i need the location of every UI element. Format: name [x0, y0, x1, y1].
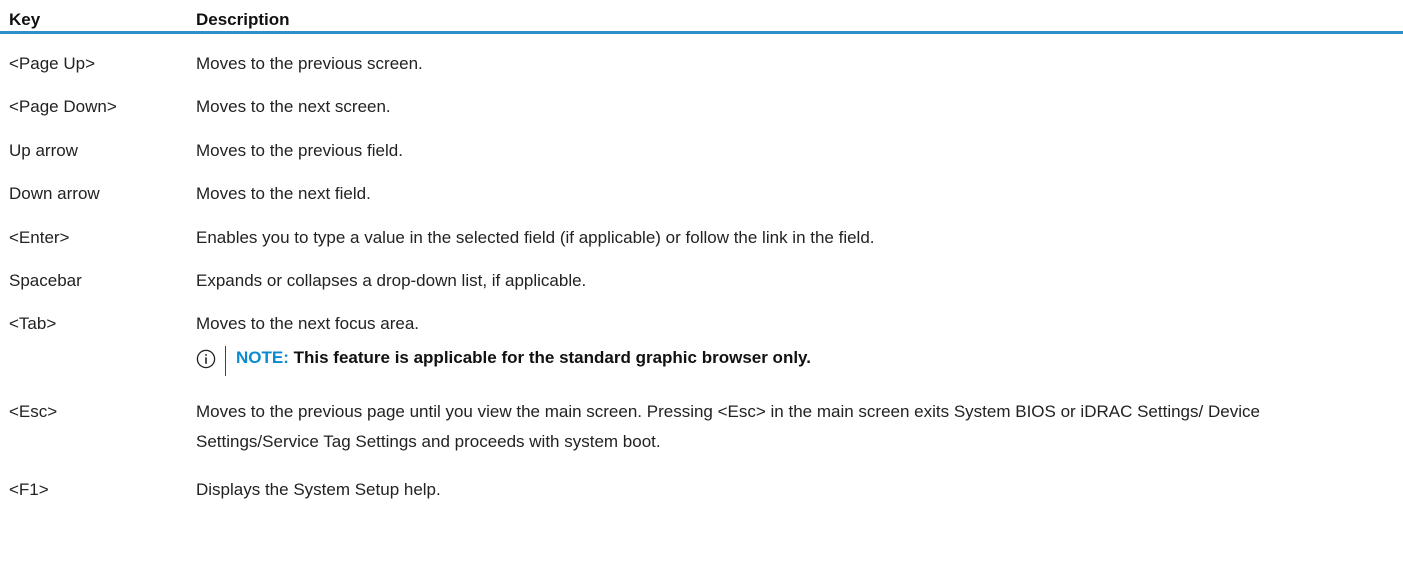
row-description: Moves to the previous field.	[196, 141, 403, 160]
row-key: <Page Up>	[9, 54, 96, 73]
row-key: <F1>	[9, 480, 49, 499]
note-callout: NOTE: This feature is applicable for the…	[196, 346, 811, 378]
key-description-table: Key Description <Page Up> Moves to the p…	[0, 0, 1403, 499]
row-key: <Page Down>	[9, 97, 117, 116]
table-header: Key Description	[0, 0, 1403, 34]
row-key: <Esc>	[9, 402, 58, 421]
row-key: Spacebar	[9, 271, 82, 290]
row-key: Down arrow	[9, 184, 100, 203]
row-description: Moves to the next focus area.	[196, 314, 420, 333]
row-description: Moves to the next field.	[196, 184, 371, 203]
row-description: Moves to the previous screen.	[196, 54, 423, 73]
row-description: Displays the System Setup help.	[196, 480, 441, 499]
row-description: Moves to the next screen.	[196, 97, 391, 116]
header-description: Description	[196, 10, 290, 29]
row-key: <Enter>	[9, 228, 70, 247]
info-icon	[196, 349, 216, 369]
row-key: <Tab>	[9, 314, 57, 333]
note-text: NOTE: This feature is applicable for the…	[236, 346, 811, 370]
header-key: Key	[9, 10, 41, 29]
note-body: This feature is applicable for the stand…	[288, 348, 811, 367]
row-description: Expands or collapses a drop-down list, i…	[196, 271, 587, 290]
row-key: Up arrow	[9, 141, 78, 160]
row-description: Enables you to type a value in the selec…	[196, 228, 875, 247]
note-label: NOTE:	[236, 348, 289, 367]
row-description: Moves to the previous page until you vie…	[196, 402, 1260, 451]
note-divider	[225, 346, 226, 376]
